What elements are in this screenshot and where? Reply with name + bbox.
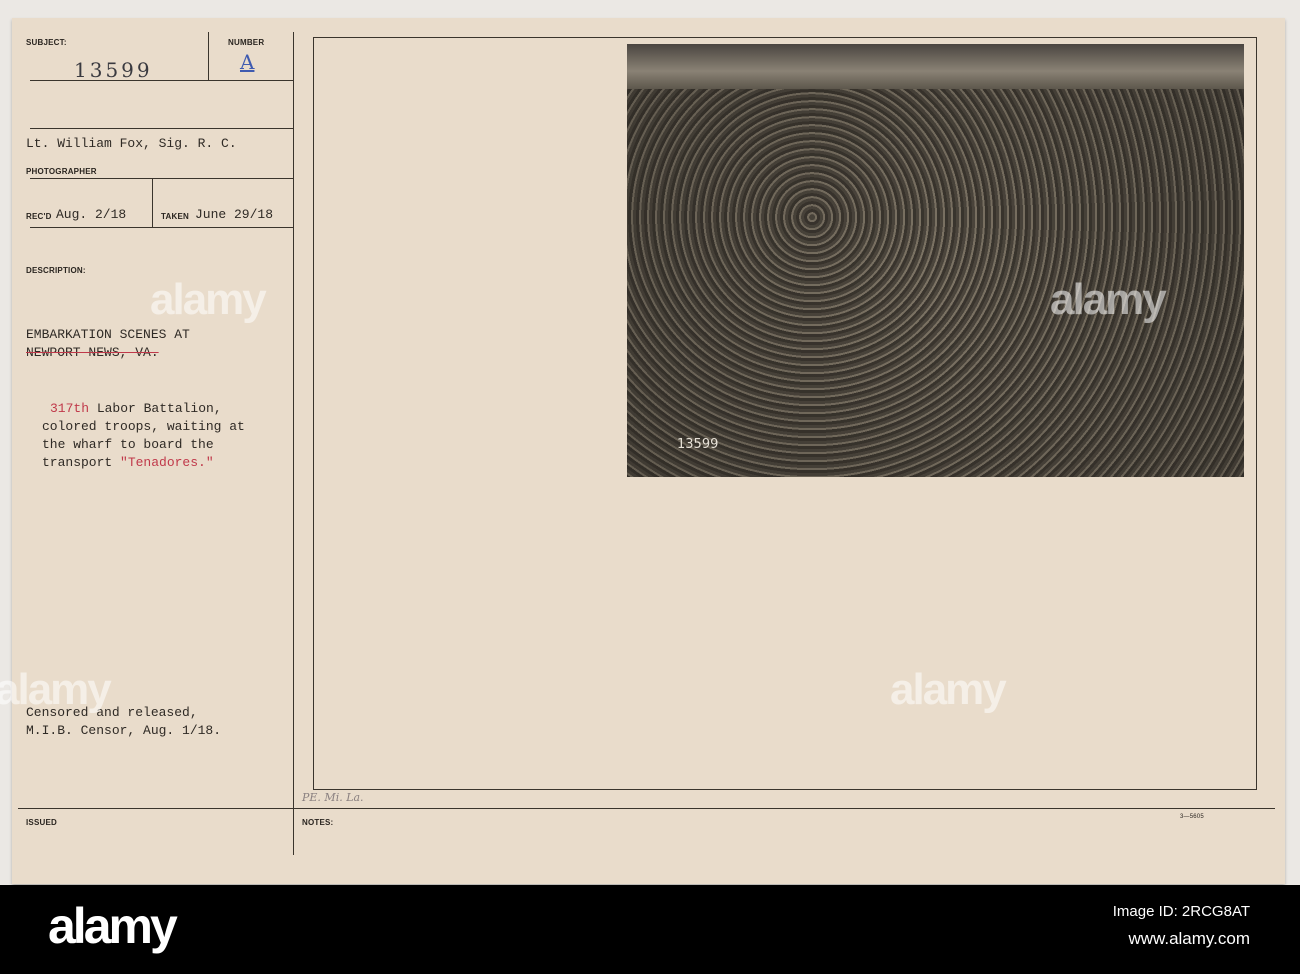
censor-line-2: M.I.B. Censor, Aug. 1/18. bbox=[26, 723, 222, 738]
title-line-1: EMBARKATION SCENES AT bbox=[26, 327, 190, 342]
recd-label: REC'D bbox=[26, 212, 52, 221]
ship-name: "Tenadores." bbox=[120, 455, 214, 470]
photographer-value: Lt. William Fox, Sig. R. C. bbox=[26, 136, 237, 151]
description-label: DESCRIPTION: bbox=[26, 266, 86, 275]
number-label: NUMBER bbox=[228, 38, 265, 47]
form-number: 3—5605 bbox=[1180, 814, 1204, 820]
photo-background-buildings bbox=[627, 44, 1244, 89]
image-id: Image ID: 2RCG8AT bbox=[1112, 903, 1250, 920]
initials: PE. Mi. La. bbox=[302, 791, 364, 804]
desc-line-2: colored troops, waiting at bbox=[42, 419, 245, 434]
notes-label: NOTES: bbox=[302, 818, 334, 827]
number-value: A bbox=[240, 50, 255, 74]
watermark: alamy bbox=[0, 665, 112, 714]
footer-bar: alamy Image ID: 2RCG8AT www.alamy.com bbox=[0, 885, 1300, 974]
photographer-label: PHOTOGRAPHER bbox=[26, 167, 97, 176]
issued-label: ISSUED bbox=[26, 818, 57, 827]
battalion-number: 317th bbox=[50, 401, 90, 416]
watermark: alamy bbox=[890, 665, 1007, 714]
recd-value: Aug. 2/18 bbox=[56, 207, 127, 222]
photo-negative-number: 13599 bbox=[677, 437, 719, 452]
subject-label: SUBJECT: bbox=[26, 38, 67, 47]
footer-logo: alamy bbox=[48, 898, 178, 954]
subject-value: 13599 bbox=[74, 58, 153, 82]
footer-url[interactable]: www.alamy.com bbox=[1128, 929, 1250, 949]
desc-line-3: the wharf to board the bbox=[42, 437, 214, 452]
taken-label: TAKEN bbox=[161, 212, 189, 221]
title-line-2: NEWPORT NEWS, VA. bbox=[26, 345, 159, 360]
taken-value: June 29/18 bbox=[195, 207, 274, 222]
watermark: alamy bbox=[150, 275, 267, 324]
photograph-troops: 13599 bbox=[627, 44, 1244, 477]
watermark: alamy bbox=[1050, 275, 1167, 324]
